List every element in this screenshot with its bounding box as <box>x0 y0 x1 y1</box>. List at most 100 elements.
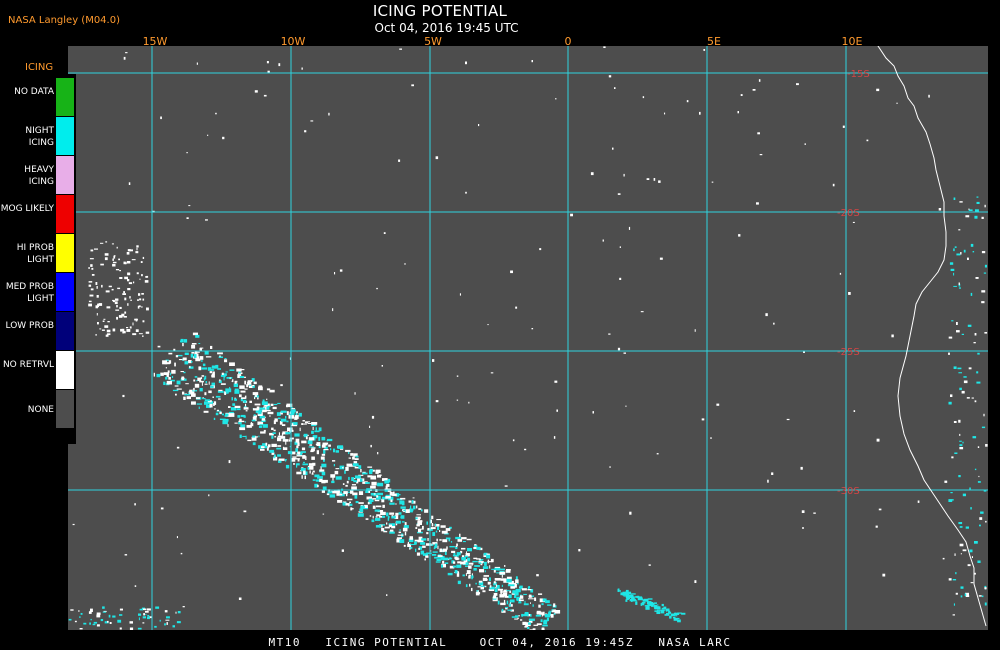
cloud-pixel <box>452 565 456 568</box>
cloud-pixel <box>530 602 531 604</box>
cloud-pixel <box>972 436 977 439</box>
cloud-pixel <box>339 493 343 496</box>
cloud-pixel <box>617 193 621 195</box>
cloud-pixel <box>219 411 222 415</box>
cloud-pixel <box>355 455 359 458</box>
cloud-pixel <box>203 377 205 381</box>
cloud-pixel <box>436 519 442 521</box>
cloud-pixel <box>944 480 948 483</box>
cloud-pixel <box>143 613 145 616</box>
cloud-pixel <box>542 598 547 602</box>
cloud-pixel <box>308 446 315 448</box>
cloud-pixel <box>264 445 268 449</box>
cloud-pixel <box>352 492 358 496</box>
cloud-pixel <box>369 425 371 428</box>
cloud-pixel <box>372 505 376 509</box>
cloud-pixel <box>332 477 334 481</box>
cloud-pixel <box>439 548 442 552</box>
cloud-pixel <box>399 539 405 543</box>
cloud-pixel <box>981 426 986 429</box>
cloud-pixel <box>213 417 216 420</box>
cloud-pixel <box>482 590 486 593</box>
cloud-pixel <box>471 563 473 566</box>
cloud-pixel <box>891 334 894 338</box>
cloud-pixel <box>115 269 120 271</box>
cloud-pixel <box>102 611 106 613</box>
cloud-pixel <box>625 596 627 599</box>
cloud-pixel <box>104 257 108 261</box>
cloud-pixel <box>147 616 150 620</box>
cloud-pixel <box>142 616 146 619</box>
cloud-pixel <box>261 418 266 421</box>
cloud-pixel <box>258 386 263 391</box>
cloud-pixel <box>184 393 191 396</box>
cloud-pixel <box>802 527 804 529</box>
cloud-pixel <box>185 383 189 385</box>
cloud-pixel <box>326 440 328 442</box>
cloud-pixel <box>236 408 241 411</box>
cloud-pixel <box>738 234 741 237</box>
cloud-pixel <box>677 612 682 614</box>
cloud-pixel <box>278 432 280 436</box>
cloud-pixel <box>287 427 293 432</box>
cloud-pixel <box>476 590 479 592</box>
cloud-pixel <box>444 562 449 564</box>
cloud-pixel <box>445 528 451 531</box>
cloud-pixel <box>466 570 471 574</box>
cloud-pixel <box>653 178 656 181</box>
cloud-pixel <box>415 517 418 520</box>
cloud-pixel <box>984 587 987 590</box>
cloud-pixel <box>954 246 957 248</box>
cloud-pixel <box>127 272 131 276</box>
cloud-pixel <box>928 94 930 98</box>
cloud-pixel <box>261 446 265 449</box>
cloud-pixel <box>305 436 308 440</box>
cloud-pixel <box>527 626 530 629</box>
cloud-pixel <box>257 397 259 400</box>
cloud-pixel <box>244 388 248 390</box>
cloud-pixel <box>759 154 763 156</box>
cloud-pixel <box>443 557 449 561</box>
cloud-pixel <box>647 598 653 600</box>
cloud-pixel <box>252 385 255 387</box>
cloud-pixel <box>367 475 373 478</box>
cloud-pixel <box>276 412 281 416</box>
cloud-pixel <box>137 299 139 301</box>
cloud-pixel <box>522 621 527 625</box>
cloud-pixel <box>376 484 383 486</box>
cloud-pixel <box>321 453 326 456</box>
cloud-pixel <box>172 389 179 392</box>
cloud-pixel <box>142 320 145 323</box>
cloud-pixel <box>292 456 297 458</box>
cloud-pixel <box>961 390 965 394</box>
cloud-pixel <box>461 537 467 540</box>
cloud-pixel <box>461 557 466 561</box>
cloud-pixel <box>124 276 128 280</box>
cloud-pixel <box>983 272 987 274</box>
cloud-pixel <box>512 439 515 442</box>
cloud-pixel <box>243 399 247 403</box>
cloud-pixel <box>401 501 405 506</box>
cloud-pixel <box>703 49 706 51</box>
cloud-pixel <box>354 495 358 499</box>
cloud-pixel <box>198 406 200 409</box>
cloud-pixel <box>528 594 532 598</box>
cloud-pixel <box>531 595 534 597</box>
cloud-pixel <box>603 46 606 48</box>
cloud-pixel <box>517 582 519 585</box>
cloud-pixel <box>399 48 402 50</box>
cloud-pixel <box>297 459 300 462</box>
cloud-pixel <box>370 444 372 448</box>
cloud-pixel <box>953 197 956 200</box>
cloud-pixel <box>301 447 306 451</box>
cloud-pixel <box>91 267 94 270</box>
cloud-pixel <box>237 415 241 418</box>
cloud-pixel <box>389 512 395 515</box>
cloud-pixel <box>434 543 437 547</box>
cloud-pixel <box>875 525 878 528</box>
cloud-pixel <box>950 492 953 494</box>
cloud-pixel <box>133 281 135 284</box>
cloud-pixel <box>958 229 961 231</box>
cloud-pixel <box>960 553 962 555</box>
cloud-pixel <box>263 429 266 432</box>
